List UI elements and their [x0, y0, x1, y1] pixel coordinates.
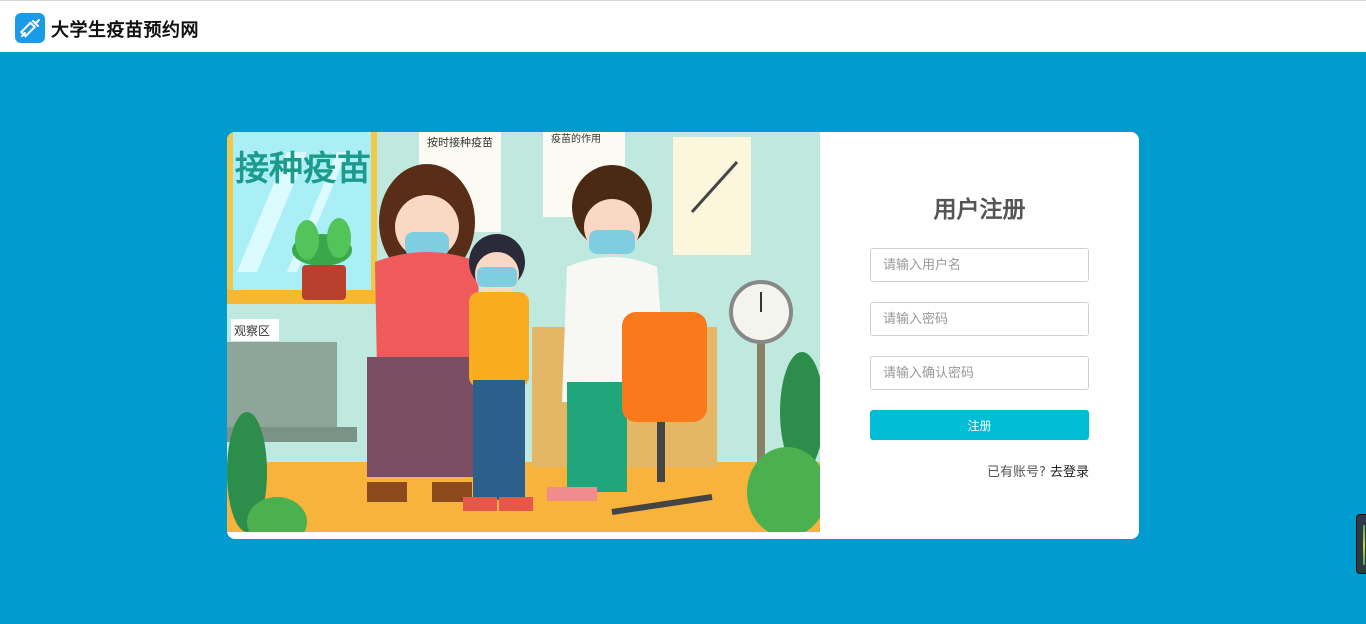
register-card: 接种疫苗 按时接种疫苗 疫苗的作用 观察区 用户注册 请输入用户名 注册 已有账…	[227, 132, 1139, 539]
poster-text-2: 疫苗的作用	[551, 132, 601, 145]
register-title: 用户注册	[933, 197, 1026, 223]
syringe-icon[interactable]	[15, 13, 45, 43]
have-account-text: 已有账号?	[986, 465, 1046, 480]
register-button[interactable]: 注册	[870, 410, 1089, 440]
site-title[interactable]: 大学生疫苗预约网	[51, 16, 199, 42]
observation-sign: 观察区	[234, 324, 270, 338]
widget-indicator	[1363, 525, 1365, 565]
poster-text-1: 按时接种疫苗	[427, 135, 493, 149]
side-widget-handle[interactable]	[1356, 514, 1366, 574]
vaccination-illustration: 接种疫苗 按时接种疫苗 疫苗的作用 观察区	[227, 132, 820, 532]
go-login-link[interactable]: 去登录	[1050, 465, 1089, 480]
register-form: 用户注册 注册 已有账号? 去登录	[820, 132, 1139, 539]
top-navbar: 大学生疫苗预约网	[0, 0, 1366, 52]
login-prompt: 已有账号? 去登录	[987, 461, 1089, 480]
confirm-password-input[interactable]	[870, 356, 1089, 390]
password-input[interactable]	[870, 302, 1089, 336]
username-input[interactable]	[870, 248, 1089, 282]
banner-text: 接种疫苗	[235, 149, 371, 189]
